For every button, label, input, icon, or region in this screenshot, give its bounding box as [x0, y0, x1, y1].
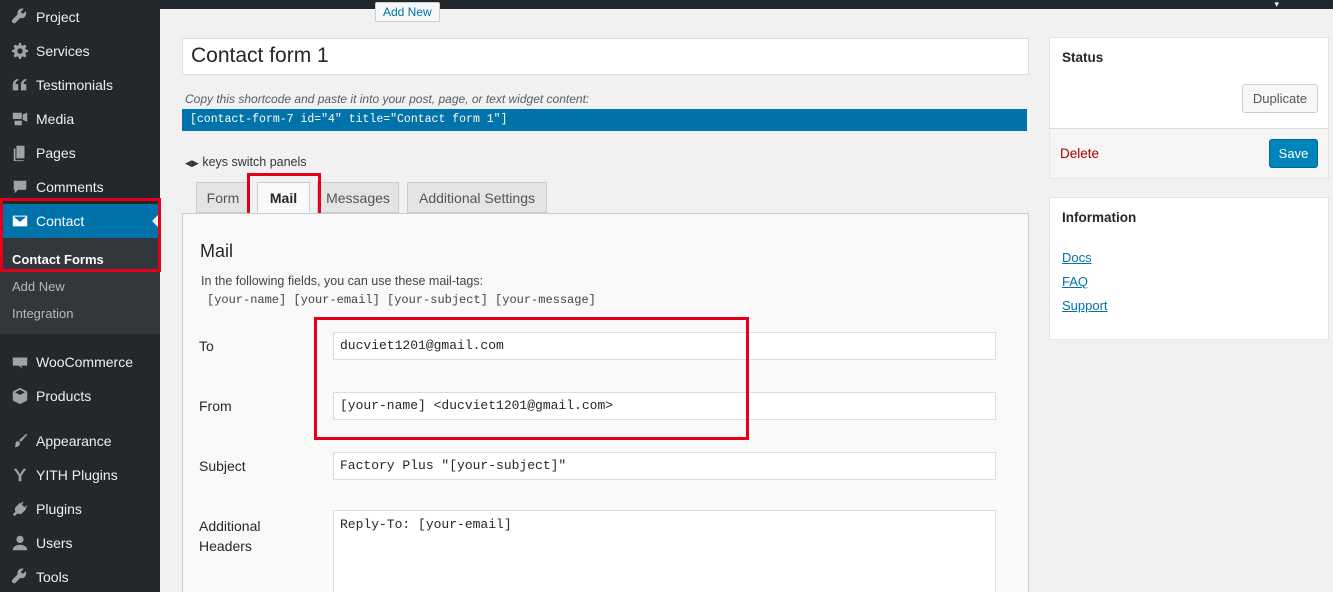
- brush-icon: [0, 432, 36, 450]
- woocommerce-icon: [0, 353, 36, 371]
- subject-input[interactable]: Factory Plus "[your-subject]": [333, 452, 996, 480]
- yith-icon: [0, 466, 36, 484]
- mail-tags-list: [your-name] [your-email] [your-subject] …: [207, 293, 596, 307]
- keys-hint-text: keys switch panels: [202, 155, 307, 169]
- save-button[interactable]: Save: [1269, 139, 1318, 168]
- plug-icon: [0, 500, 36, 518]
- form-title-input[interactable]: Contact form 1: [182, 38, 1029, 75]
- sidebar-item-label: Media: [36, 111, 75, 127]
- quote-icon: [0, 76, 36, 94]
- duplicate-button[interactable]: Duplicate: [1242, 84, 1318, 113]
- delete-link[interactable]: Delete: [1060, 146, 1099, 161]
- sidebar-item-tools[interactable]: Tools: [0, 560, 160, 592]
- sidebar-item-label: YITH Plugins: [36, 467, 118, 483]
- highlight-box-contact-menu: [0, 198, 161, 272]
- faq-link[interactable]: FAQ: [1062, 274, 1088, 289]
- pages-icon: [0, 144, 36, 162]
- sidebar-item-services[interactable]: Services: [0, 34, 160, 68]
- sidebar-item-media[interactable]: Media: [0, 102, 160, 136]
- wrench-icon: [0, 8, 36, 26]
- status-box-title: Status: [1062, 50, 1104, 65]
- sidebar-item-label: Pages: [36, 145, 76, 161]
- shortcode-description: Copy this shortcode and paste it into yo…: [185, 92, 590, 106]
- submenu-item-integration[interactable]: Integration: [12, 306, 73, 321]
- sidebar-item-appearance[interactable]: Appearance: [0, 424, 160, 458]
- information-box-title: Information: [1062, 210, 1137, 225]
- information-box: Information: [1049, 197, 1329, 340]
- status-box: Status: [1049, 37, 1329, 129]
- sidebar-item-label: Appearance: [36, 433, 112, 449]
- sidebar-item-label: Testimonials: [36, 77, 114, 93]
- tab-additional-settings[interactable]: Additional Settings: [407, 182, 547, 213]
- sidebar-item-woocommerce[interactable]: WooCommerce: [0, 345, 160, 379]
- sidebar-item-yith-plugins[interactable]: YITH Plugins: [0, 458, 160, 492]
- user-icon: [0, 534, 36, 552]
- keys-hint: ◀▶ keys switch panels: [185, 155, 307, 169]
- sidebar-item-users[interactable]: Users: [0, 526, 160, 560]
- sidebar-item-plugins[interactable]: Plugins: [0, 492, 160, 526]
- sidebar-item-label: Services: [36, 43, 90, 59]
- sidebar-item-label: WooCommerce: [36, 354, 133, 370]
- sidebar-item-label: Tools: [36, 569, 69, 585]
- sidebar-item-project[interactable]: Project: [0, 0, 160, 34]
- tab-form[interactable]: Form: [196, 182, 250, 213]
- to-label: To: [199, 338, 214, 354]
- highlight-box-to-from-fields: [314, 317, 749, 440]
- sidebar-item-label: Plugins: [36, 501, 82, 517]
- admin-sidebar: Project Services Testimonials Media Page…: [0, 0, 161, 592]
- wrench-icon: [0, 568, 36, 586]
- additional-headers-label-line1: Additional: [199, 518, 261, 534]
- support-link[interactable]: Support: [1062, 298, 1108, 313]
- additional-headers-textarea[interactable]: Reply-To: [your-email]: [333, 510, 996, 592]
- admin-bar-caret-icon[interactable]: ▾: [1274, 0, 1279, 9]
- sidebar-item-testimonials[interactable]: Testimonials: [0, 68, 160, 102]
- panel-heading: Mail: [200, 241, 234, 261]
- sidebar-item-products[interactable]: Products: [0, 379, 160, 413]
- from-label: From: [199, 398, 232, 414]
- sidebar-item-label: Project: [36, 9, 80, 25]
- additional-headers-label-line2: Headers: [199, 538, 252, 554]
- sidebar-item-pages[interactable]: Pages: [0, 136, 160, 170]
- page-title: Edit Contact Form: [182, 0, 368, 14]
- tab-messages[interactable]: Messages: [317, 182, 399, 213]
- arrow-keys-icon: ◀▶: [185, 158, 199, 168]
- subject-label: Subject: [199, 458, 246, 474]
- box-icon: [0, 387, 36, 405]
- sidebar-item-label: Users: [36, 535, 73, 551]
- submenu-item-add-new[interactable]: Add New: [12, 279, 65, 294]
- docs-link[interactable]: Docs: [1062, 250, 1092, 265]
- sidebar-item-label: Comments: [36, 179, 104, 195]
- add-new-button[interactable]: Add New: [375, 2, 440, 22]
- mail-tags-description: In the following fields, you can use the…: [201, 274, 484, 288]
- gear-icon: [0, 42, 36, 60]
- media-icon: [0, 110, 36, 128]
- comment-icon: [0, 178, 36, 196]
- sidebar-item-label: Products: [36, 388, 92, 404]
- shortcode-field[interactable]: [contact-form-7 id="4" title="Contact fo…: [182, 109, 1027, 131]
